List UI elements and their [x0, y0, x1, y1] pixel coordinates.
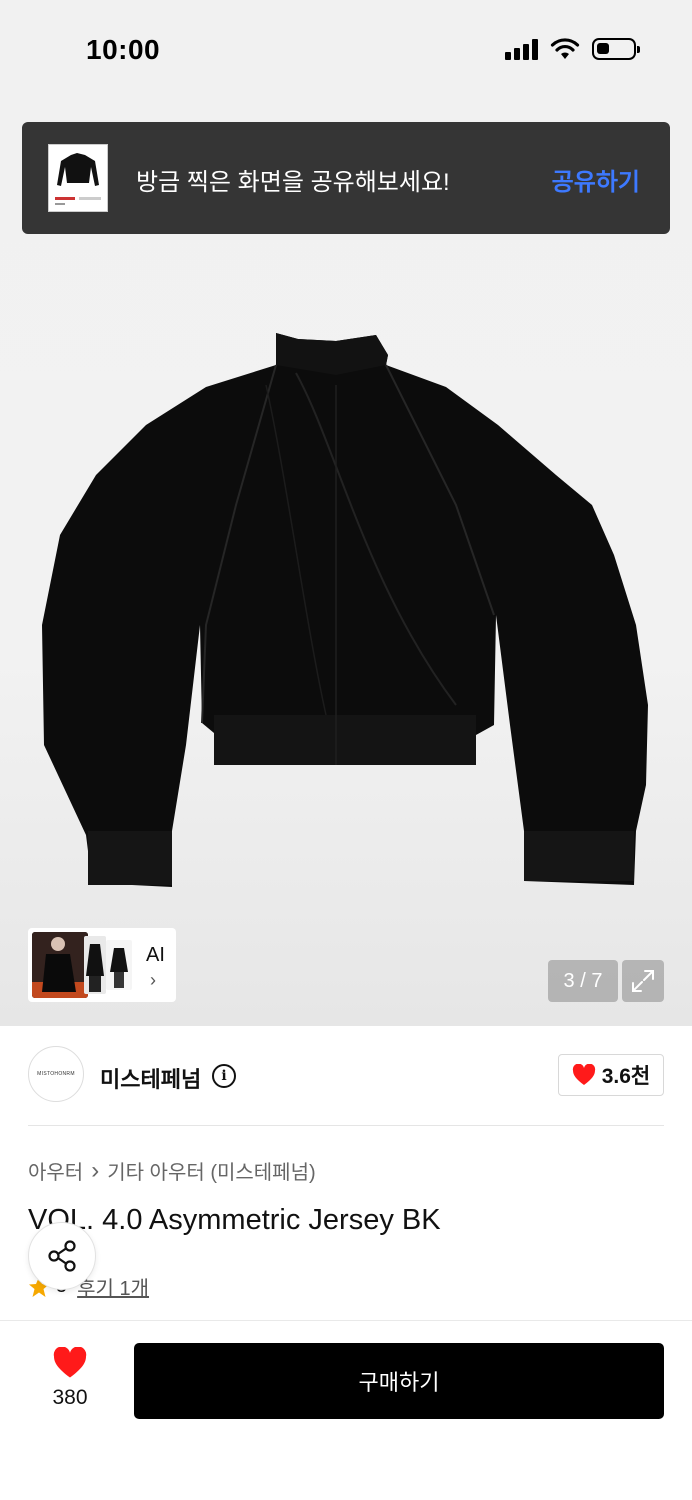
brand-like-count: 3.6천	[601, 1065, 651, 1088]
heart-icon	[53, 1346, 87, 1378]
brand-like-button[interactable]: 3.6천	[558, 1054, 664, 1096]
status-time: 10:00	[86, 34, 161, 65]
ai-styling-thumbnail[interactable]: AI ›	[28, 928, 176, 1002]
image-page-counter: 3 / 7	[548, 960, 618, 1002]
battery-icon	[592, 38, 640, 60]
wifi-icon	[550, 38, 580, 59]
share-icon	[48, 1240, 76, 1272]
brand-name[interactable]: 미스테페넘	[100, 1062, 201, 1094]
brand-logo-text: MISTOHONRM	[37, 1071, 75, 1077]
share-toast: 방금 찍은 화면을 공유해보세요! 공유하기	[22, 122, 670, 234]
ai-model-image	[84, 936, 106, 994]
wishlist-count: 380	[52, 1386, 88, 1409]
chevron-right-icon: ›	[150, 970, 156, 990]
heart-icon	[572, 1064, 595, 1085]
ai-model-image	[106, 940, 132, 990]
buy-button[interactable]: 구매하기	[134, 1343, 664, 1419]
chevron-right-icon: ›	[91, 1156, 100, 1184]
info-icon-glyph: i	[221, 1068, 227, 1084]
share-now-button[interactable]: 공유하기	[552, 162, 640, 197]
breadcrumb-subcategory[interactable]: 기타 아우터 (미스테페넘)	[107, 1156, 315, 1185]
status-bar: 10:00	[0, 0, 692, 100]
info-icon[interactable]: i	[212, 1064, 236, 1088]
product-image	[42, 333, 648, 887]
expand-icon	[632, 970, 654, 992]
brand-row: MISTOHONRM 미스테페넘 i 3.6천	[0, 1026, 692, 1126]
bottom-action-bar: 380 구매하기	[0, 1320, 692, 1500]
expand-button[interactable]	[622, 960, 664, 1002]
screenshot-thumbnail	[48, 144, 108, 212]
brand-logo[interactable]: MISTOHONRM	[28, 1046, 84, 1102]
ai-model-image	[32, 932, 88, 998]
breadcrumb-category[interactable]: 아우터	[28, 1156, 83, 1185]
status-icons	[505, 38, 640, 60]
breadcrumb: 아우터 › 기타 아우터 (미스테페넘)	[28, 1156, 316, 1185]
divider	[28, 1125, 664, 1126]
ai-label: AI	[146, 944, 165, 966]
product-title: VOL. 4.0 Asymmetric Jersey BK	[28, 1204, 441, 1236]
toast-message: 방금 찍은 화면을 공유해보세요!	[136, 169, 450, 196]
wishlist-button[interactable]: 380	[40, 1346, 100, 1410]
signal-icon	[505, 38, 538, 60]
share-button[interactable]	[28, 1222, 96, 1290]
